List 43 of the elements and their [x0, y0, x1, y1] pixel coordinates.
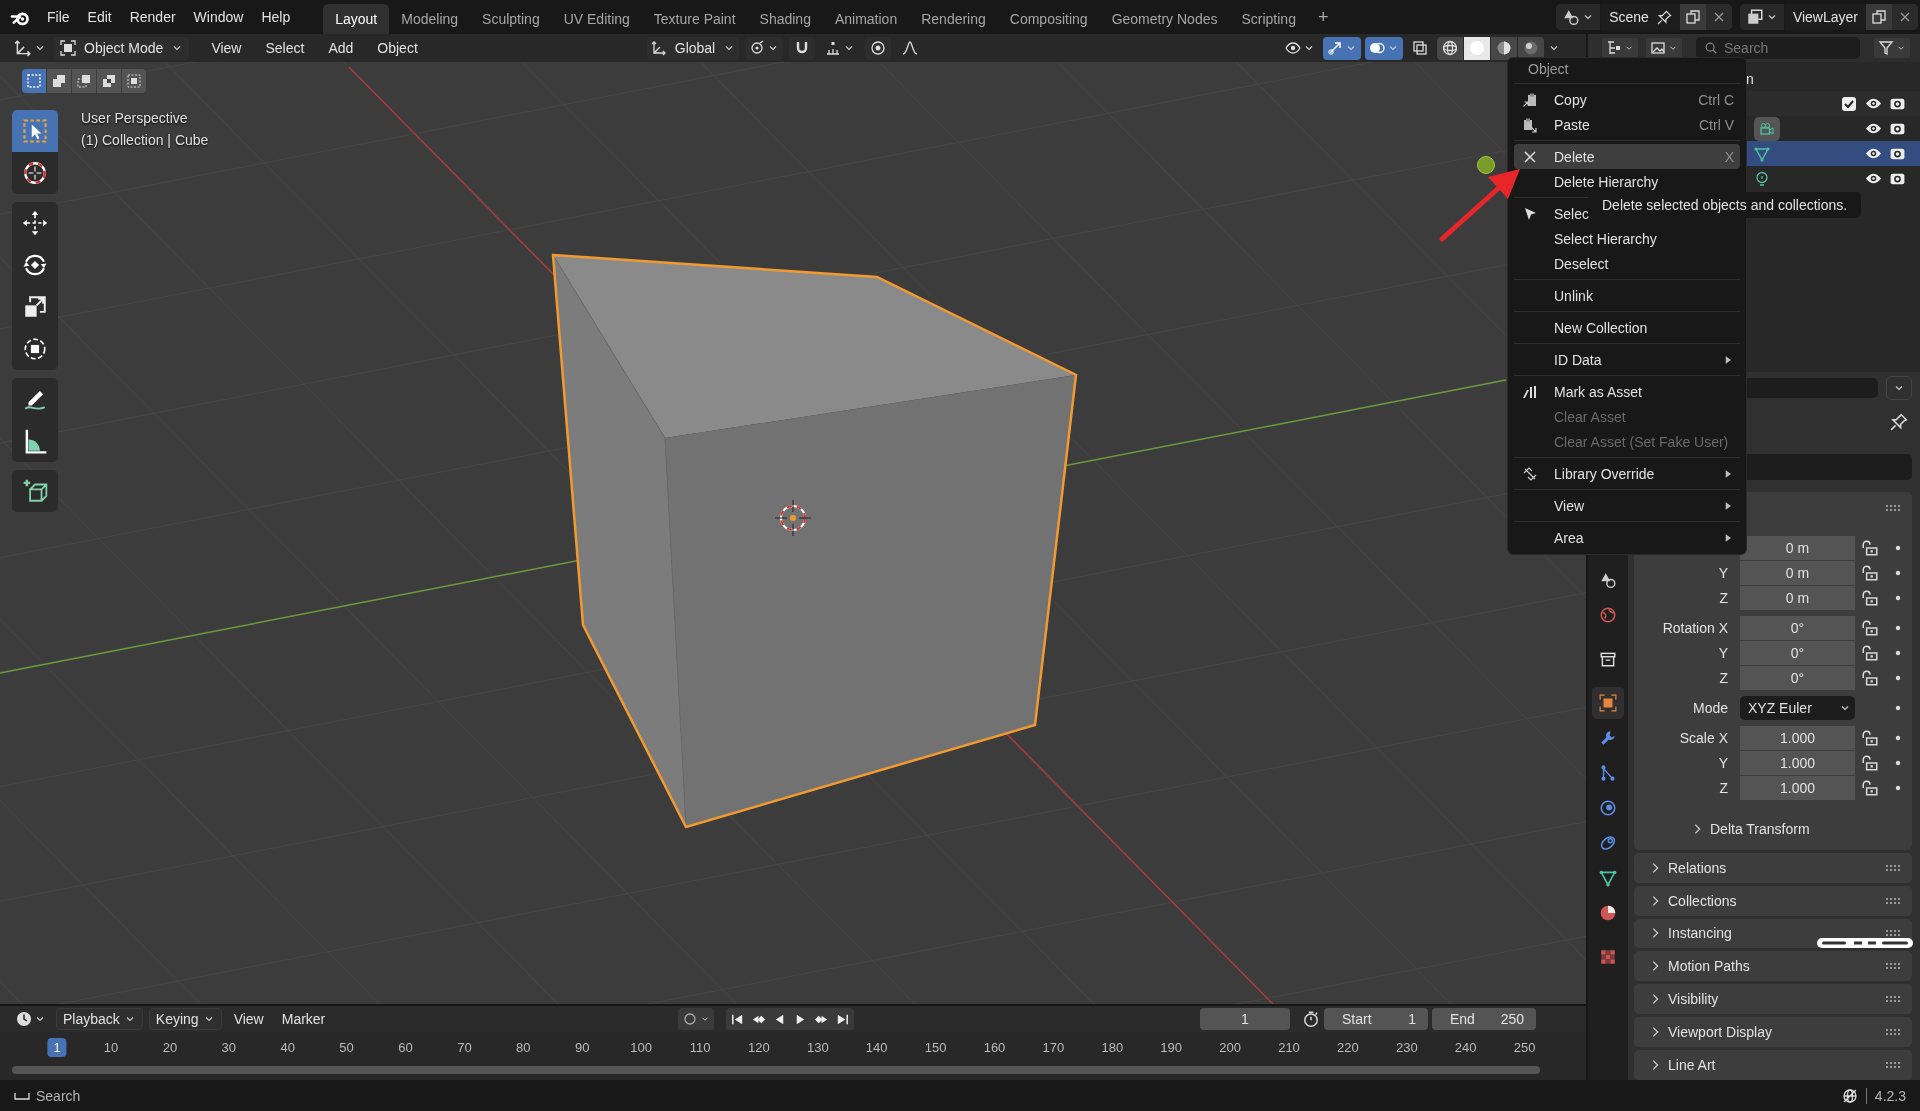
frame-number: 200	[1218, 1039, 1242, 1057]
frame-number: 160	[982, 1039, 1007, 1057]
field-label: Z	[1719, 779, 1728, 796]
field-label: Y	[1718, 644, 1728, 661]
frame-number: 30	[220, 1039, 238, 1057]
frame-number: 210	[1277, 1039, 1301, 1057]
frame-number: 50	[338, 1039, 355, 1057]
frame-number: 190	[1159, 1039, 1184, 1057]
menu-title: Object	[1527, 60, 1570, 79]
frame-number: 70	[456, 1039, 473, 1057]
field-label: Z	[1719, 669, 1728, 686]
status-hint: Search	[36, 1087, 81, 1104]
field-label: Scale X	[1679, 729, 1728, 746]
menu-item: Clear Asset (Set Fake User)	[1553, 432, 1730, 452]
frame-number: 100	[629, 1039, 653, 1057]
frame-number: 180	[1100, 1039, 1125, 1057]
frame-number: 170	[1041, 1039, 1066, 1057]
viewport-info-text: (1) Collection | Cube	[81, 132, 209, 148]
frame-number: 80	[515, 1039, 532, 1057]
frame-number: 230	[1394, 1039, 1419, 1057]
frame-number: 90	[573, 1039, 591, 1057]
frame-number: 140	[864, 1039, 889, 1057]
version-label: 4.2.3	[1865, 1087, 1906, 1104]
frame-number: 20	[161, 1039, 179, 1057]
frame-number: 220	[1336, 1039, 1360, 1057]
frame-number: 120	[747, 1039, 771, 1057]
frame-number: 130	[805, 1039, 830, 1057]
field-label: Y	[1718, 564, 1728, 581]
field-label: Mode	[1692, 699, 1728, 716]
frame-number: 110	[688, 1039, 712, 1057]
frame-number: 10	[102, 1039, 120, 1057]
frame-number: 40	[279, 1039, 296, 1057]
frame-number: 240	[1453, 1039, 1478, 1057]
viewport-info-text: User Perspective	[81, 110, 189, 126]
outliner-label: n	[1746, 70, 1754, 87]
frame-number: 250	[1512, 1039, 1537, 1057]
field-label: Z	[1719, 589, 1728, 606]
tooltip: Delete selected objects and collections.	[1588, 192, 1862, 218]
field-label: Y	[1718, 754, 1728, 771]
menu-item: Clear Asset	[1553, 407, 1627, 427]
frame-number: 60	[397, 1039, 414, 1057]
frame-number: 150	[923, 1039, 948, 1057]
field-label: Rotation X	[1662, 619, 1728, 636]
